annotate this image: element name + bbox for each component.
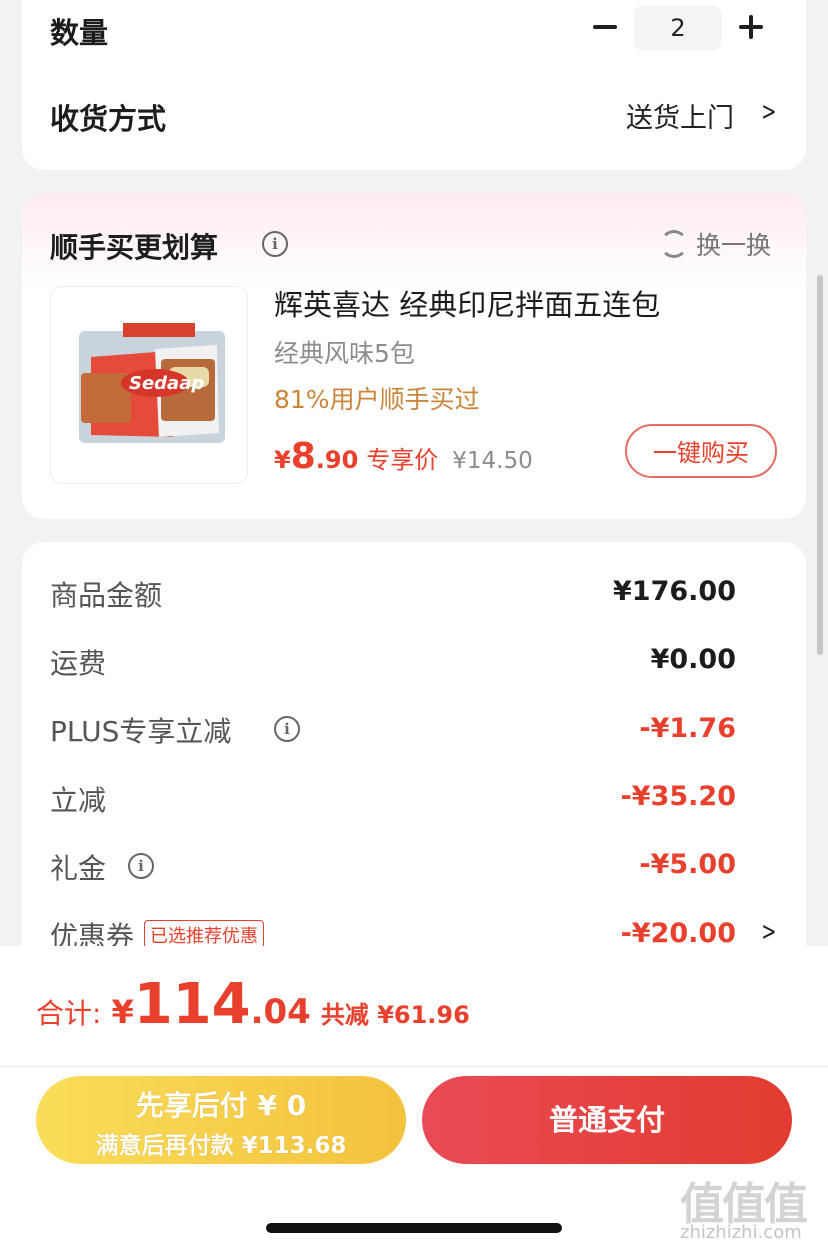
product-brand-text: Sedaap xyxy=(129,373,204,394)
swap-label: 换一换 xyxy=(696,231,772,260)
chevron-right-icon[interactable]: > xyxy=(761,97,776,127)
watermark-text: zhizhizhi.com xyxy=(680,1222,802,1243)
plus-icon[interactable] xyxy=(736,12,766,42)
price-decimal: .90 xyxy=(315,446,359,474)
total-label: 合计: xyxy=(36,997,102,1030)
product-image[interactable]: Sedaap xyxy=(50,286,248,484)
swap-button[interactable]: 换一换 xyxy=(660,226,771,262)
summary-row-value: -¥1.76 xyxy=(639,713,736,744)
summary-row-value: ¥0.00 xyxy=(650,644,736,675)
info-icon[interactable]: i xyxy=(128,853,154,879)
one-click-buy-button[interactable]: 一键购买 xyxy=(625,424,777,478)
summary-row-label: PLUS专享立减 xyxy=(50,715,232,748)
pay-later-button[interactable]: 先享后付 ¥ 0 满意后再付款 ¥113.68 xyxy=(36,1076,406,1164)
info-icon[interactable]: i xyxy=(274,716,300,742)
pay-later-main: 先享后付 ¥ 0 xyxy=(135,1089,307,1122)
total-savings: 共减 ¥61.96 xyxy=(320,1001,470,1029)
total-decimal: .04 xyxy=(250,992,311,1032)
product-price: ¥8.90 专享价 ¥14.50 xyxy=(274,436,533,477)
summary-row-value: -¥35.20 xyxy=(620,781,736,812)
product-bought-rate: 81%用户顺手买过 xyxy=(274,385,480,414)
original-price: ¥14.50 xyxy=(452,448,533,474)
price-tag: 专享价 xyxy=(366,446,439,474)
summary-row-label: 立减 xyxy=(50,784,107,817)
noodle-pack-image: Sedaap xyxy=(79,323,225,443)
chevron-right-icon[interactable]: > xyxy=(761,917,776,947)
product-name[interactable]: 辉英喜达 经典印尼拌面五连包 xyxy=(274,282,660,324)
quantity-label: 数量 xyxy=(50,16,109,50)
info-icon[interactable]: i xyxy=(262,231,288,257)
price-integer: 8 xyxy=(290,436,316,477)
summary-row-value: -¥5.00 xyxy=(639,849,736,880)
refresh-icon xyxy=(660,230,688,258)
summary-row-value: ¥176.00 xyxy=(613,576,736,607)
quantity-input[interactable]: 2 xyxy=(634,6,722,50)
scrollbar[interactable] xyxy=(817,275,823,655)
delivery-method-value[interactable]: 送货上门 xyxy=(626,96,734,135)
addon-title: 顺手买更划算 xyxy=(50,231,219,264)
summary-row-label: 商品金额 xyxy=(50,579,163,612)
minus-icon[interactable] xyxy=(590,12,620,42)
divider xyxy=(0,1066,828,1067)
summary-row-label: 运费 xyxy=(50,647,107,680)
delivery-label: 收货方式 xyxy=(50,102,167,136)
price-symbol: ¥ xyxy=(274,446,291,474)
product-spec: 经典风味5包 xyxy=(274,339,415,368)
summary-row-value[interactable]: -¥20.00 xyxy=(621,918,736,949)
site-watermark: 值值值 zhizhizhi.com xyxy=(676,1168,826,1248)
order-total: 合计: ¥114.04 共减 ¥61.96 xyxy=(36,972,470,1037)
total-symbol: ¥ xyxy=(111,993,134,1031)
pay-later-sub: 满意后再付款 ¥113.68 xyxy=(95,1133,347,1159)
home-indicator[interactable] xyxy=(266,1223,562,1233)
total-integer: 114 xyxy=(133,972,251,1037)
normal-pay-button[interactable]: 普通支付 xyxy=(422,1076,792,1164)
summary-row-label: 礼金 xyxy=(50,852,107,885)
